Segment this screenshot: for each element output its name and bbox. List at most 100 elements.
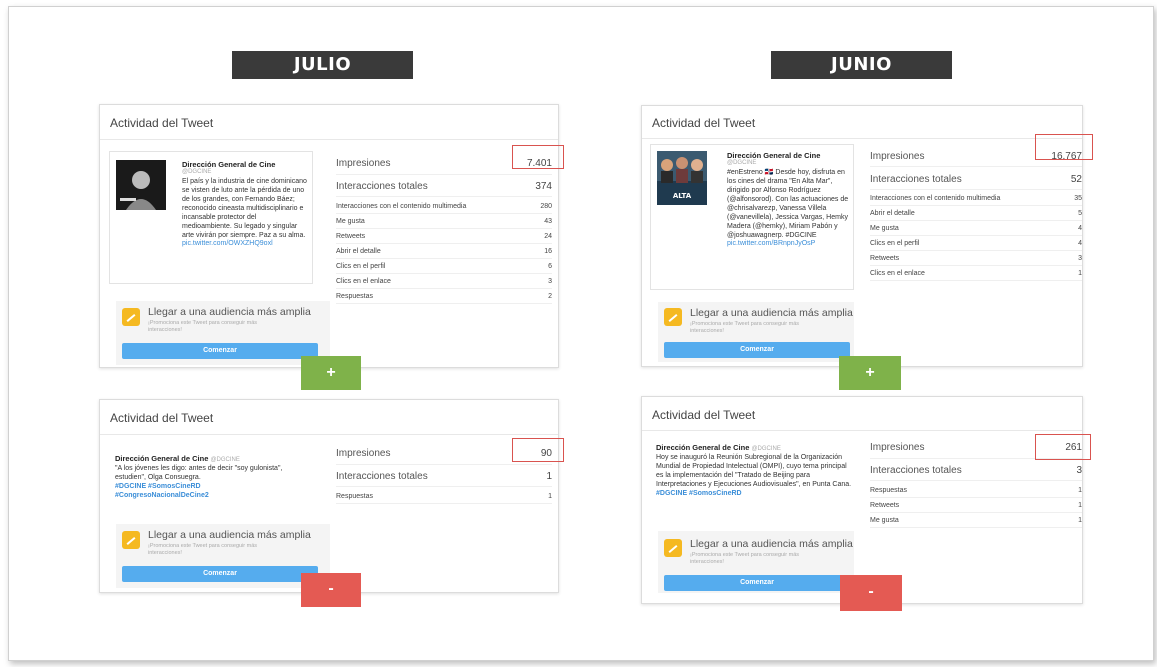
divider	[642, 430, 1082, 431]
metric-label: Clics en el enlace	[870, 269, 925, 277]
metric-label: Interacciones con el contenido multimedi…	[336, 202, 467, 210]
plus-badge: +	[839, 356, 901, 390]
tweet-text: El país y la industria de cine dominican…	[182, 178, 307, 239]
junio-activity-card-2: Actividad del Tweet Dirección General de…	[641, 396, 1091, 611]
julio-activity-card-1: Actividad del Tweet Dirección General de…	[99, 104, 564, 390]
tweet-thumbnail	[116, 160, 166, 210]
metric-label: Clics en el perfil	[336, 262, 386, 270]
start-button[interactable]: Comenzar	[122, 566, 318, 582]
tweet-preview[interactable]: ALTA Dirección General de Cine @DGCINE #…	[650, 144, 854, 290]
promote-icon	[122, 531, 140, 549]
total-interactions-label: Interacciones totales	[870, 174, 962, 185]
metric-row: Me gusta 1	[870, 513, 1082, 528]
tweet-author[interactable]: Dirección General de Cine	[182, 160, 308, 169]
metric-label: Retweets	[870, 501, 900, 509]
metric-row: Retweets 3	[870, 251, 1082, 266]
tweet-handle[interactable]: @DGCINE	[727, 160, 851, 166]
promote-title: Llegar a una audiencia más amplia	[148, 306, 311, 318]
metric-value: 4	[1078, 224, 1082, 232]
tweet-link[interactable]: pic.twitter.com/BRnpnJyOsP	[727, 240, 851, 247]
metric-label: Respuestas	[870, 486, 907, 494]
junio-activity-card-1: Actividad del Tweet ALTA Dirección Gener…	[641, 105, 1093, 390]
metric-row: Interacciones con el contenido multimedi…	[336, 199, 552, 214]
promote-subtitle: ¡Promociona este Tweet para conseguir má…	[148, 543, 258, 556]
tweet-hashtags[interactable]: #CongresoNacionalDeCine2	[115, 491, 311, 500]
tweet-preview[interactable]: Dirección General de Cine @DGCINE "A los…	[109, 444, 313, 514]
metric-value: 3	[1078, 254, 1082, 262]
metric-label: Me gusta	[336, 217, 365, 225]
svg-text:ALTA: ALTA	[673, 192, 692, 200]
impressions-label: Impresiones	[870, 442, 925, 453]
promote-panel: Llegar a una audiencia más amplia ¡Promo…	[658, 302, 854, 362]
tweet-preview[interactable]: Dirección General de Cine @DGCINE Hoy se…	[650, 437, 856, 519]
metric-row: Respuestas 1	[870, 483, 1082, 498]
tweet-text: "A los jóvenes les digo: antes de decir …	[115, 465, 283, 481]
metric-row: Clics en el perfil 4	[870, 236, 1082, 251]
tweet-author-line[interactable]: Dirección General de Cine @DGCINE	[656, 443, 854, 452]
metric-label: Retweets	[336, 232, 366, 240]
tweet-hashtags[interactable]: #DGCINE #SomosCineRD	[115, 482, 311, 491]
total-interactions-row: Interacciones totales 1	[336, 467, 552, 487]
metric-label: Retweets	[870, 254, 900, 262]
start-button[interactable]: Comenzar	[664, 575, 850, 591]
minus-badge: -	[301, 573, 361, 607]
metric-label: Respuestas	[336, 292, 373, 300]
divider	[100, 139, 558, 140]
metric-row: Clics en el enlace 3	[336, 274, 552, 289]
tweet-hashtags[interactable]: #DGCINE #SomosCineRD	[656, 489, 854, 498]
metric-label: Me gusta	[870, 224, 899, 232]
metric-label: Me gusta	[870, 516, 899, 524]
junio-banner: JUNIO	[771, 51, 952, 79]
metric-row: Respuestas 1	[336, 489, 552, 504]
divider	[100, 434, 558, 435]
tweet-author[interactable]: Dirección General de Cine	[727, 151, 851, 160]
movie-poster-image: ALTA	[657, 151, 707, 205]
metric-value: 2	[548, 292, 552, 300]
total-interactions-label: Interacciones totales	[336, 181, 428, 192]
total-interactions-label: Interacciones totales	[870, 465, 962, 476]
tweet-handle[interactable]: @DGCINE	[210, 457, 239, 463]
minus-badge: -	[840, 575, 902, 611]
metric-value: 1	[1078, 486, 1082, 494]
metric-row: Abrir el detalle 5	[870, 206, 1082, 221]
metric-row: Retweets 24	[336, 229, 552, 244]
impressions-label: Impresiones	[336, 158, 391, 169]
metric-row: Me gusta 4	[870, 221, 1082, 236]
promote-title: Llegar a una audiencia más amplia	[690, 307, 853, 319]
metric-value: 1	[548, 492, 552, 500]
tweet-preview[interactable]: Dirección General de Cine @DGCINE El paí…	[109, 151, 313, 284]
promote-icon	[664, 539, 682, 557]
tweet-handle[interactable]: @DGCINE	[751, 446, 780, 452]
metric-value: 280	[540, 202, 552, 210]
tweet-author[interactable]: Dirección General de Cine	[115, 454, 208, 463]
impressions-highlight	[1035, 134, 1093, 160]
total-interactions-row: Interacciones totales 374	[336, 177, 552, 197]
promote-panel: Llegar a una audiencia más amplia ¡Promo…	[658, 531, 854, 593]
impressions-label: Impresiones	[336, 448, 391, 459]
total-interactions-row: Interacciones totales 52	[870, 170, 1082, 190]
metric-row: Respuestas 2	[336, 289, 552, 304]
tweet-author-line[interactable]: Dirección General de Cine @DGCINE	[115, 454, 311, 463]
promote-panel: Llegar a una audiencia más amplia ¡Promo…	[116, 524, 330, 588]
metric-value: 5	[1078, 209, 1082, 217]
slide: JULIO JUNIO Actividad del Tweet Direcció…	[8, 6, 1154, 661]
impressions-highlight	[512, 145, 564, 169]
metric-value: 6	[548, 262, 552, 270]
tweet-handle[interactable]: @DGCINE	[182, 169, 308, 175]
julio-activity-card-2: Actividad del Tweet Dirección General de…	[99, 399, 564, 607]
tweet-author[interactable]: Dirección General de Cine	[656, 443, 749, 452]
metric-value: 1	[1078, 501, 1082, 509]
impressions-label: Impresiones	[870, 151, 925, 162]
metric-value: 16	[544, 247, 552, 255]
portrait-image	[116, 160, 166, 210]
start-button[interactable]: Comenzar	[664, 342, 850, 358]
tweet-text: #enEstreno 🇩🇴 Desde hoy, disfruta en los…	[727, 169, 849, 239]
metric-row: Clics en el enlace 1	[870, 266, 1082, 281]
total-interactions-value: 1	[546, 471, 552, 482]
start-button[interactable]: Comenzar	[122, 343, 318, 359]
total-interactions-label: Interacciones totales	[336, 471, 428, 482]
metric-value: 24	[544, 232, 552, 240]
card-title: Actividad del Tweet	[652, 116, 756, 130]
promote-title: Llegar a una audiencia más amplia	[690, 538, 853, 550]
tweet-link[interactable]: pic.twitter.com/OWXZHQ9oxl	[182, 240, 308, 247]
